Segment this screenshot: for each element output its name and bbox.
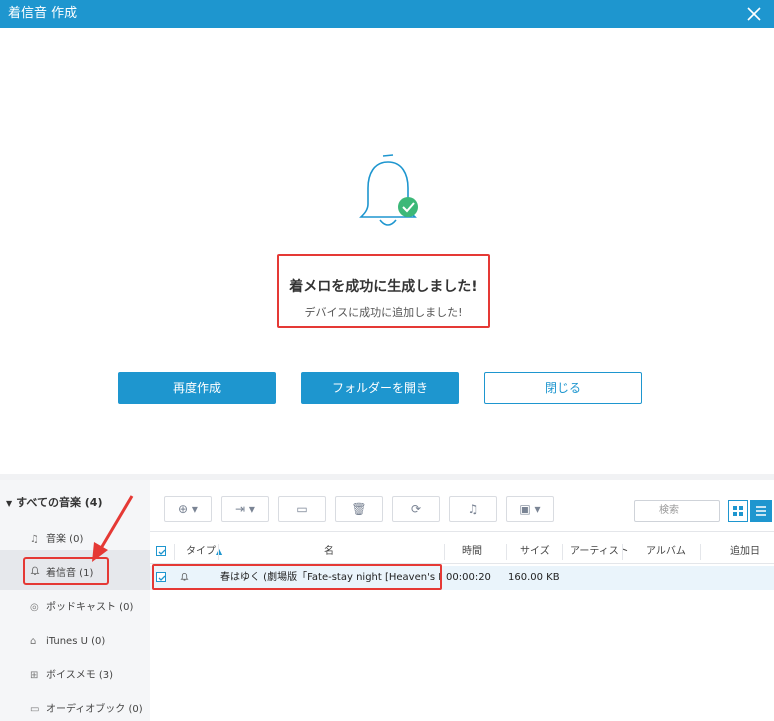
main-panel: ⊕ ▾ ⇥ ▾ ▭ 🗑 ⟳ ♫ ▣ ▾ 検索 タイプ▲ 名 時間 サイズ アーテ… [150,480,774,721]
column-album[interactable]: アルバム [646,540,686,564]
list-view-button[interactable] [750,500,772,522]
to-computer-button[interactable]: ▭ [278,496,326,522]
column-added-date[interactable]: 追加日 [730,540,760,564]
export-button[interactable]: ⇥ ▾ [221,496,269,522]
success-message: 着メロを成功に生成しました! デバイスに成功に追加しました! [277,254,490,328]
column-name[interactable]: 名 [324,540,334,564]
success-subtitle: デバイスに成功に追加しました! [304,306,463,319]
dialog-titlebar: 着信音 作成 [0,0,774,28]
bell-success-icon [359,154,418,226]
graduation-cap-icon: ⌂ [30,636,37,647]
open-folder-button[interactable]: フォルダーを開き [301,372,459,404]
toolbox-button[interactable]: ▣ ▾ [506,496,554,522]
delete-button[interactable]: 🗑 [335,496,383,522]
grid-view-button[interactable] [728,500,748,522]
row-time: 00:00:20 [446,572,491,583]
row-size: 160.00 KB [508,572,560,583]
voice-memo-icon: ⊞ [30,670,39,681]
column-size[interactable]: サイズ [520,540,550,564]
add-button[interactable]: ⊕ ▾ [164,496,212,522]
recreate-button[interactable]: 再度作成 [118,372,276,404]
sidebar-item-itunes-u[interactable]: ⌂ iTunes U (0) [30,632,105,652]
refresh-button[interactable]: ⟳ [392,496,440,522]
close-button[interactable]: 閉じる [484,372,642,404]
red-arrow-icon [92,495,134,562]
list-icon [756,506,766,516]
sidebar-item-music[interactable]: ♫ 音楽 (0) [30,530,83,550]
sidebar-item-voice-memo[interactable]: ⊞ ボイスメモ (3) [30,666,113,686]
caret-down-icon: ▼ [6,499,13,508]
success-title: 着メロを成功に生成しました! [289,279,478,295]
close-icon[interactable] [744,4,764,24]
column-time[interactable]: 時間 [462,540,482,564]
music-note-icon: ♫ [30,534,39,545]
sort-up-icon: ▲ [216,547,223,556]
grid-icon [733,506,743,516]
column-type[interactable]: タイプ▲ [186,540,222,564]
ringtone-app: 着信音 作成 着メロを成功に生成しました! デバイスに成功に追加しました! 再度… [0,0,774,721]
podcast-icon: ◎ [30,602,39,613]
audiobook-icon: ▭ [30,704,40,715]
column-artist[interactable]: アーティスト [570,540,629,564]
toolbar: ⊕ ▾ ⇥ ▾ ▭ 🗑 ⟳ ♫ ▣ ▾ 検索 [150,480,774,532]
dialog-title: 着信音 作成 [8,6,78,21]
sidebar-item-podcast[interactable]: ◎ ポッドキャスト (0) [30,598,133,618]
select-all-checkbox[interactable] [156,540,166,564]
row-highlight-box [152,564,442,590]
search-input[interactable]: 検索 [634,500,720,522]
sidebar-item-audiobook[interactable]: ▭ オーディオブック (0) [30,700,143,720]
table-header: タイプ▲ 名 時間 サイズ アーティスト アルバム 追加日 [150,540,774,564]
dialog-body: 着メロを成功に生成しました! デバイスに成功に追加しました! 再度作成 フォルダ… [0,28,774,474]
ringtone-maker-button[interactable]: ♫ [449,496,497,522]
music-manager: ▼ すべての音楽 (4) ♫ 音楽 (0) 着信音 (1) ◎ ポッドキャスト (0)… [0,474,774,721]
